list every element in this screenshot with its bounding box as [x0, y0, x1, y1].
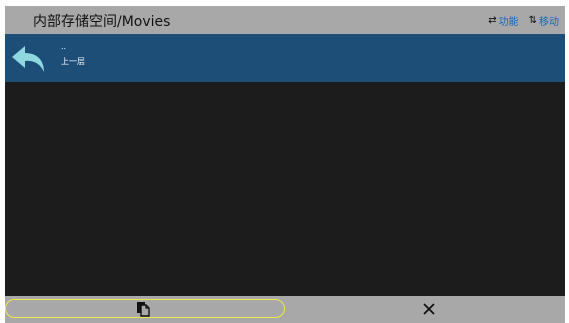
parent-directory-label: 上一层 [61, 57, 85, 66]
parent-directory-row[interactable]: .. 上一层 [5, 34, 565, 82]
parent-dots: .. [61, 42, 67, 51]
header-actions: ⇄ 功能 ⇅ 移动 [488, 13, 559, 28]
function-button[interactable]: ⇄ 功能 [488, 13, 518, 28]
paste-icon [137, 302, 150, 317]
swap-vertical-icon: ⇅ [528, 14, 537, 26]
current-path-title: 内部存储空间/Movies [33, 14, 171, 30]
paste-button[interactable] [5, 299, 285, 318]
title-bar: 内部存储空间/Movies ⇄ 功能 ⇅ 移动 [5, 6, 565, 34]
function-label: 功能 [498, 17, 519, 28]
file-browser-window: 内部存储空间/Movies ⇄ 功能 ⇅ 移动 .. 上一层 [5, 6, 565, 323]
move-label: 移动 [539, 17, 559, 28]
move-button[interactable]: ⇅ 移动 [529, 13, 559, 28]
bottom-action-bar [5, 296, 565, 323]
swap-horizontal-icon: ⇄ [488, 14, 497, 26]
file-list-area [5, 82, 565, 296]
back-arrow-icon [12, 46, 44, 72]
close-icon[interactable] [418, 298, 440, 320]
